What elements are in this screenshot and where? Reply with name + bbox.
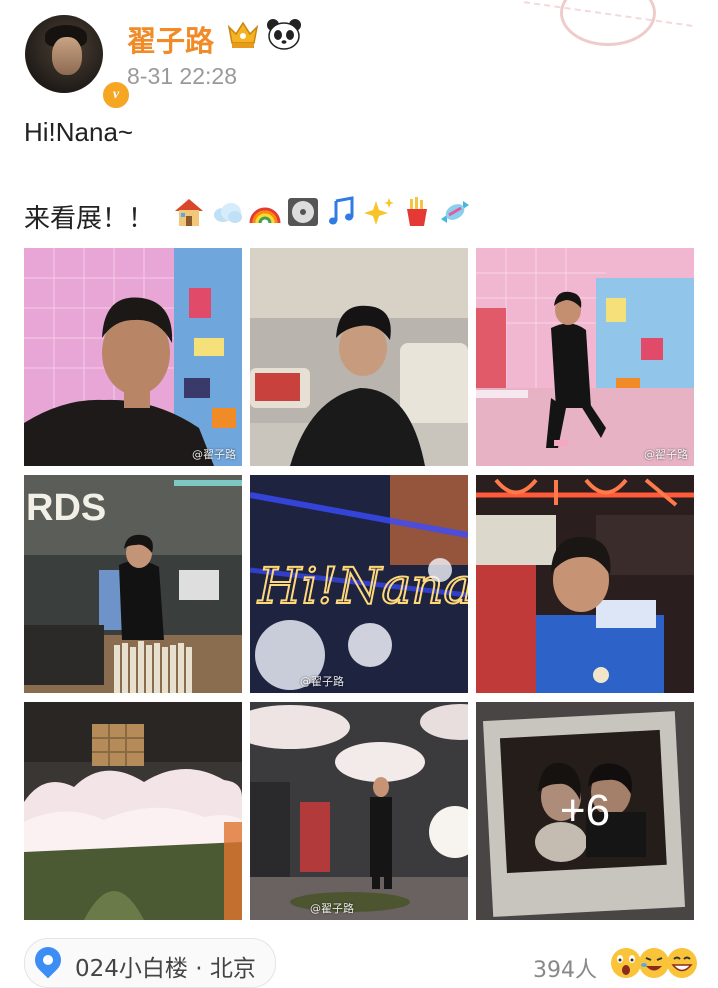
photo-8[interactable]: @翟子路: [250, 702, 468, 920]
panda-badge-icon[interactable]: [266, 17, 302, 51]
location-tag[interactable]: 024小白楼 · 北京: [24, 938, 276, 988]
photo-4[interactable]: RDS: [24, 475, 242, 693]
post-text-line1: Hi!Nana~: [24, 117, 134, 147]
photo-2[interactable]: [250, 248, 468, 466]
music-note-icon: [329, 196, 354, 225]
photo-5[interactable]: Hi!Nana @翟子路: [250, 475, 468, 693]
post-text-line2: 来看展！！: [24, 204, 155, 234]
laugh-face-icon: [639, 948, 669, 978]
photo-watermark: @翟子路: [644, 448, 688, 461]
postmark-decoration: [560, 0, 656, 46]
cd-icon: [288, 198, 318, 226]
svg-text:RDS: RDS: [26, 487, 106, 529]
photo-watermark: @翟子路: [300, 675, 344, 688]
post-timestamp: 8-31 22:28: [127, 63, 237, 89]
more-photos-count[interactable]: +6: [476, 702, 694, 920]
photo-6[interactable]: [476, 475, 694, 693]
location-text: 024小白楼 · 北京: [75, 956, 256, 982]
wow-face-icon: [611, 948, 641, 978]
post-emoji-row: [172, 195, 472, 231]
photo-7[interactable]: [24, 702, 242, 920]
candy-icon: [441, 201, 469, 223]
reactions-count[interactable]: 394人: [533, 952, 597, 984]
sparkles-icon: [364, 198, 394, 225]
location-pin-icon: [29, 941, 67, 979]
avatar[interactable]: v: [25, 15, 131, 110]
grin-face-icon: [667, 948, 697, 978]
photo-watermark: @翟子路: [192, 448, 236, 461]
reaction-faces[interactable]: [610, 945, 700, 979]
crown-badge-icon[interactable]: [225, 17, 261, 51]
photo-grid: @翟子路 @翟子路 RDS Hi!Nana @翟子路 @翟子路 +6: [24, 248, 694, 920]
avatar-face: [52, 37, 82, 75]
photo-9-more[interactable]: +6: [476, 702, 694, 920]
photo-1[interactable]: @翟子路: [24, 248, 242, 466]
photo-watermark: @翟子路: [310, 902, 354, 915]
cloud-icon: [214, 203, 242, 223]
rainbow-icon: [249, 207, 281, 224]
username[interactable]: 翟子路: [127, 18, 214, 60]
house-icon: [175, 199, 203, 226]
photo-3[interactable]: @翟子路: [476, 248, 694, 466]
fries-icon: [407, 197, 427, 226]
